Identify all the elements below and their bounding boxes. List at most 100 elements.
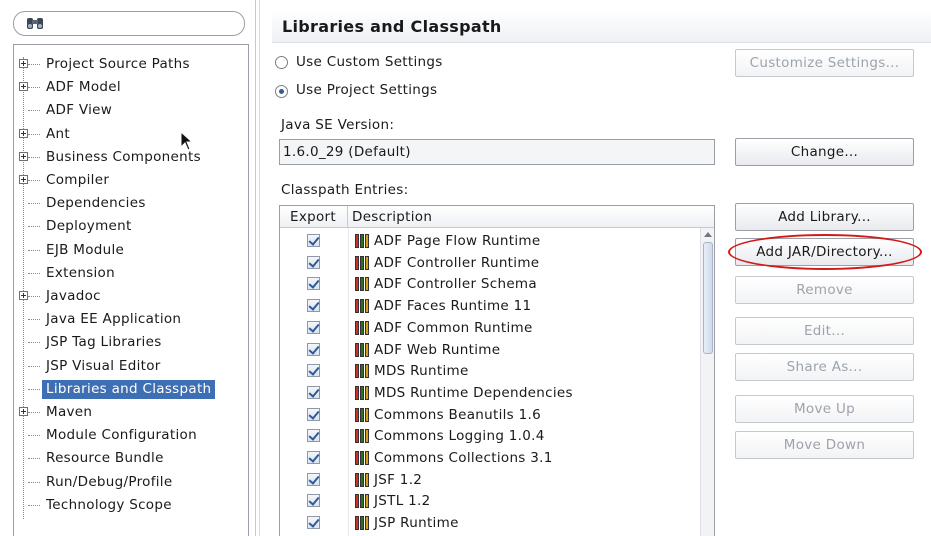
library-icon xyxy=(355,255,369,270)
tree-item[interactable]: JSP Visual Editor xyxy=(14,355,248,378)
export-checkbox[interactable] xyxy=(307,407,320,421)
tree-item[interactable]: Run/Debug/Profile xyxy=(14,471,248,494)
library-icon xyxy=(355,277,369,292)
remove-button[interactable]: Remove xyxy=(735,276,914,304)
column-description[interactable]: Description xyxy=(352,209,432,225)
library-name: ADF Controller Schema xyxy=(374,276,537,293)
tree-item[interactable]: Project Source Paths xyxy=(14,53,248,76)
tree-item[interactable]: Business Components xyxy=(14,146,248,169)
export-checkbox[interactable] xyxy=(307,472,320,486)
column-export[interactable]: Export xyxy=(280,206,348,228)
export-checkbox[interactable] xyxy=(307,234,320,247)
tree-item-label: JSP Visual Editor xyxy=(46,357,161,374)
export-checkbox[interactable] xyxy=(307,320,320,334)
export-checkbox[interactable] xyxy=(307,429,320,443)
scrollbar-thumb[interactable] xyxy=(703,242,713,354)
tree-item[interactable]: ADF View xyxy=(14,99,248,122)
tree-item[interactable]: Java EE Application xyxy=(14,308,248,331)
edit-button[interactable]: Edit... xyxy=(735,317,914,345)
table-row[interactable]: Commons Logging 1.0.4 xyxy=(280,425,700,447)
page-title: Libraries and Classpath xyxy=(282,17,502,36)
tree-connector xyxy=(28,435,40,437)
table-row[interactable]: JSF 1.2 xyxy=(280,469,700,491)
scroll-up-arrow-icon[interactable] xyxy=(704,232,712,237)
move-up-button[interactable]: Move Up xyxy=(735,395,914,423)
library-icon xyxy=(355,429,369,444)
tree-connector xyxy=(28,481,40,483)
tree-item[interactable]: Javadoc xyxy=(14,285,248,308)
use-project-radio[interactable] xyxy=(275,85,288,98)
export-checkbox[interactable] xyxy=(307,516,320,530)
use-custom-radio[interactable] xyxy=(275,56,288,69)
category-tree[interactable]: Project Source Paths ADF Model ADF View Ant… xyxy=(13,44,249,536)
mouse-cursor-icon xyxy=(180,131,194,151)
tree-item[interactable]: Dependencies xyxy=(14,192,248,215)
export-checkbox[interactable] xyxy=(307,299,320,313)
tree-connector xyxy=(28,249,40,251)
export-checkbox[interactable] xyxy=(307,364,320,378)
vertical-scrollbar[interactable] xyxy=(700,228,714,536)
tree-item[interactable]: Ant xyxy=(14,123,248,146)
table-row[interactable]: ADF Common Runtime xyxy=(280,317,700,339)
table-row[interactable]: Commons Beanutils 1.6 xyxy=(280,404,700,426)
add-library-button[interactable]: Add Library... xyxy=(735,203,914,231)
table-row[interactable]: ADF Web Runtime xyxy=(280,339,700,361)
tree-item[interactable]: Module Configuration xyxy=(14,424,248,447)
tree-item-label: Project Source Paths xyxy=(46,56,190,72)
tree-item[interactable]: EJB Module xyxy=(14,239,248,262)
export-checkbox[interactable] xyxy=(307,385,320,399)
table-row[interactable]: ADF Controller Runtime xyxy=(280,252,700,274)
table-row[interactable]: Commons Collections 3.1 xyxy=(280,447,700,469)
tree-item-label: Compiler xyxy=(46,172,110,188)
customize-settings-button[interactable]: Customize Settings... xyxy=(735,49,914,77)
share-as-button[interactable]: Share As... xyxy=(735,353,914,381)
library-name: MDS Runtime Dependencies xyxy=(374,384,573,401)
library-icon xyxy=(355,385,369,400)
tree-item[interactable]: Maven xyxy=(14,401,248,424)
expand-plus-icon[interactable] xyxy=(19,59,28,68)
tree-item[interactable]: Deployment xyxy=(14,215,248,238)
library-name: ADF Web Runtime xyxy=(374,341,501,358)
expand-plus-icon[interactable] xyxy=(19,175,28,184)
tree-item[interactable]: Resource Bundle xyxy=(14,447,248,470)
classpath-table[interactable]: Export Description ADF Page Flow Runtime… xyxy=(279,205,715,536)
tree-item-label: Business Components xyxy=(46,148,201,165)
expand-plus-icon[interactable] xyxy=(19,407,28,416)
table-row[interactable]: ADF Faces Runtime 11 xyxy=(280,295,700,317)
library-icon xyxy=(355,299,369,314)
table-row[interactable]: MDS Runtime Dependencies xyxy=(280,382,700,404)
splitter[interactable] xyxy=(255,0,256,536)
table-row[interactable]: MDS Runtime xyxy=(280,360,700,382)
tree-item[interactable]: JSP Tag Libraries xyxy=(14,331,248,354)
export-checkbox[interactable] xyxy=(307,342,320,356)
tree-connector xyxy=(28,64,40,65)
move-down-button[interactable]: Move Down xyxy=(735,431,914,459)
use-custom-label[interactable]: Use Custom Settings xyxy=(296,54,443,70)
expand-plus-icon[interactable] xyxy=(19,128,28,138)
search-input[interactable] xyxy=(13,11,245,36)
table-row[interactable]: ADF Controller Schema xyxy=(280,273,700,295)
export-checkbox[interactable] xyxy=(307,255,320,269)
export-checkbox[interactable] xyxy=(307,494,320,508)
change-button[interactable]: Change... xyxy=(735,138,914,166)
tree-item-label: JSP Tag Libraries xyxy=(46,334,162,351)
table-row[interactable]: JSP Runtime xyxy=(280,512,700,534)
tree-item[interactable]: ADF Model xyxy=(14,76,248,99)
library-name: Commons Beanutils 1.6 xyxy=(374,406,541,423)
table-row[interactable]: JSTL 1.2 xyxy=(280,490,700,512)
tree-item-label: Libraries and Classpath xyxy=(42,379,216,399)
tree-item[interactable]: Compiler xyxy=(14,169,248,192)
use-project-label[interactable]: Use Project Settings xyxy=(296,82,437,98)
tree-item[interactable]: Extension xyxy=(14,262,248,285)
export-checkbox[interactable] xyxy=(307,451,320,464)
export-checkbox[interactable] xyxy=(307,277,320,291)
expand-plus-icon[interactable] xyxy=(19,82,28,92)
expand-plus-icon[interactable] xyxy=(19,151,28,161)
tree-item[interactable]: Libraries and Classpath xyxy=(14,378,248,401)
table-row[interactable]: ADF Page Flow Runtime xyxy=(280,230,700,252)
tree-connector xyxy=(28,412,40,413)
tree-connector xyxy=(28,342,40,344)
tree-item-label: ADF Model xyxy=(46,79,121,96)
expand-plus-icon[interactable] xyxy=(19,291,28,300)
tree-item[interactable]: Technology Scope xyxy=(14,494,248,517)
